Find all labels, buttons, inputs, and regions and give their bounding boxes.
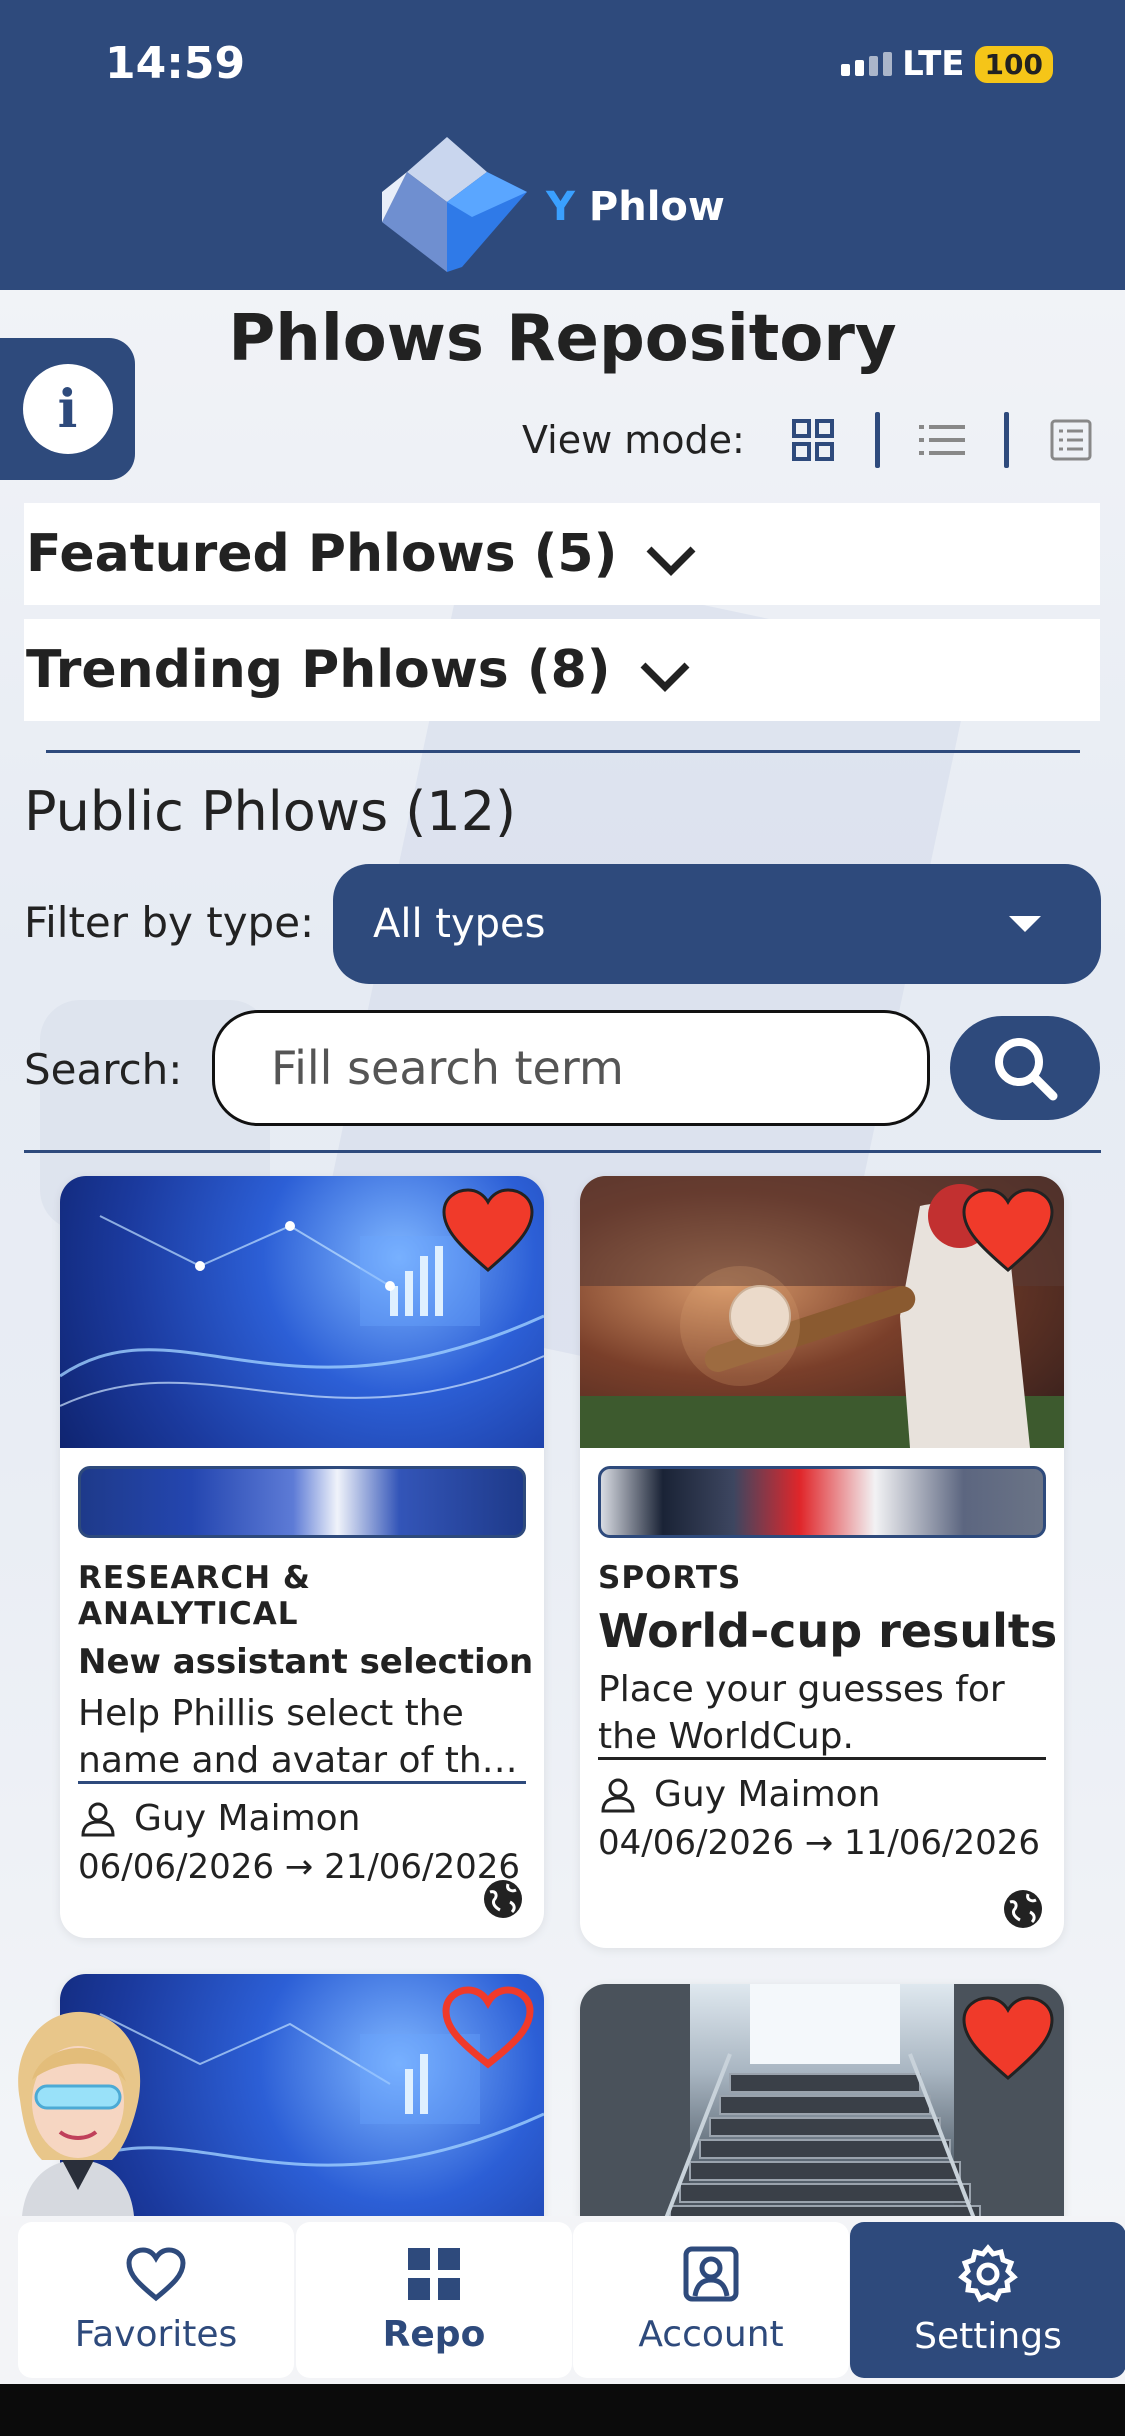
grid-icon: [408, 2247, 460, 2300]
dropdown-caret-icon: [1009, 916, 1041, 932]
list-view-button[interactable]: [918, 416, 966, 464]
card-author: Guy Maimon: [78, 1798, 526, 1839]
nav-favorites[interactable]: Favorites: [18, 2222, 294, 2378]
user-icon: [601, 1778, 635, 1812]
view-mode-separator: [1003, 412, 1009, 468]
favorite-heart-icon[interactable]: [440, 1186, 536, 1274]
phlow-card[interactable]: SPORTS World-cup results Place your gues…: [580, 1176, 1064, 1948]
signal-icon: [841, 52, 893, 76]
globe-icon: [484, 1880, 522, 1918]
card-title: New assistant selection: [78, 1642, 534, 1682]
nav-settings-label: Settings: [914, 2315, 1062, 2357]
card-description: Help Phillis select the name and avatar …: [78, 1690, 526, 1784]
logo-mark-icon: [382, 137, 527, 272]
card-author-name: Guy Maimon: [654, 1774, 881, 1815]
bottom-nav: Favorites Repo Account Settings: [0, 2216, 1125, 2384]
filter-label: Filter by type:: [24, 898, 315, 947]
type-filter-select[interactable]: All types: [333, 864, 1101, 984]
nav-favorites-label: Favorites: [74, 2313, 238, 2355]
view-mode-separator: [874, 412, 880, 468]
card-dates: 06/06/2026 → 21/06/2026: [78, 1847, 521, 1887]
search-divider: [24, 1150, 1101, 1153]
featured-section-toggle[interactable]: Featured Phlows (5): [24, 503, 1100, 605]
card-image-research: [60, 1176, 544, 1448]
nav-account[interactable]: Account: [573, 2222, 849, 2378]
search-button[interactable]: [950, 1016, 1100, 1120]
type-filter-value: All types: [373, 901, 546, 947]
nav-account-label: Account: [638, 2313, 784, 2355]
card-type: SPORTS: [598, 1560, 742, 1596]
detail-view-icon: [1050, 419, 1092, 461]
card-dates: 04/06/2026 → 11/06/2026: [598, 1823, 1041, 1863]
trending-section-title: Trending Phlows (8): [26, 640, 611, 700]
search-icon: [995, 1038, 1058, 1101]
view-mode-label: View mode:: [522, 418, 745, 462]
chevron-down-icon: [646, 546, 696, 576]
card-image-baseball: [580, 1176, 1064, 1448]
status-time: 14:59: [105, 38, 246, 89]
heart-icon: [126, 2246, 186, 2301]
view-mode-selector: View mode:: [522, 412, 1095, 468]
featured-section-title: Featured Phlows (5): [26, 524, 618, 584]
grid-view-button[interactable]: [789, 416, 837, 464]
system-bar: [0, 2384, 1125, 2436]
battery-icon: 100: [974, 45, 1053, 83]
logo-text: Phlow: [588, 184, 725, 230]
card-type: RESEARCH & ANALYTICAL: [78, 1560, 311, 1632]
chevron-down-icon: [640, 662, 690, 692]
favorite-heart-icon[interactable]: [960, 1186, 1056, 1274]
card-color-bar: [78, 1466, 526, 1538]
info-icon: i: [22, 364, 113, 454]
user-icon: [81, 1802, 115, 1836]
account-icon: [683, 2246, 739, 2301]
favorite-heart-outline-icon[interactable]: [440, 1984, 536, 2072]
nav-repo-label: Repo: [382, 2313, 486, 2355]
logo-y: Y: [546, 184, 575, 230]
trending-section-toggle[interactable]: Trending Phlows (8): [24, 619, 1100, 721]
globe-icon: [1004, 1890, 1042, 1928]
public-phlows-title: Public Phlows (12): [24, 780, 517, 843]
app-header: 14:59 LTE 100 Y Phlow: [0, 0, 1125, 290]
card-color-bar: [598, 1466, 1046, 1538]
assistant-avatar[interactable]: [2, 1990, 152, 2216]
page-title: Phlows Repository: [228, 302, 897, 376]
list-view-icon: [918, 425, 965, 455]
card-author-name: Guy Maimon: [134, 1798, 361, 1839]
nav-repo[interactable]: Repo: [296, 2222, 572, 2378]
favorite-heart-icon[interactable]: [960, 1994, 1056, 2082]
detail-view-button[interactable]: [1047, 416, 1095, 464]
search-input[interactable]: [212, 1010, 930, 1126]
search-label: Search:: [24, 1045, 183, 1094]
card-description: Place your guesses for the WorldCup.: [598, 1666, 1046, 1760]
gear-icon: [958, 2243, 1018, 2302]
card-author: Guy Maimon: [598, 1774, 1046, 1815]
status-indicators: LTE 100: [841, 44, 1053, 84]
section-divider: [46, 750, 1080, 753]
phlow-card[interactable]: RESEARCH & ANALYTICAL New assistant sele…: [60, 1176, 544, 1938]
card-title: World-cup results: [598, 1604, 1058, 1658]
app-logo: Y Phlow: [362, 132, 725, 282]
grid-view-icon: [791, 419, 834, 461]
network-label: LTE: [902, 44, 965, 84]
nav-settings[interactable]: Settings: [850, 2222, 1125, 2378]
